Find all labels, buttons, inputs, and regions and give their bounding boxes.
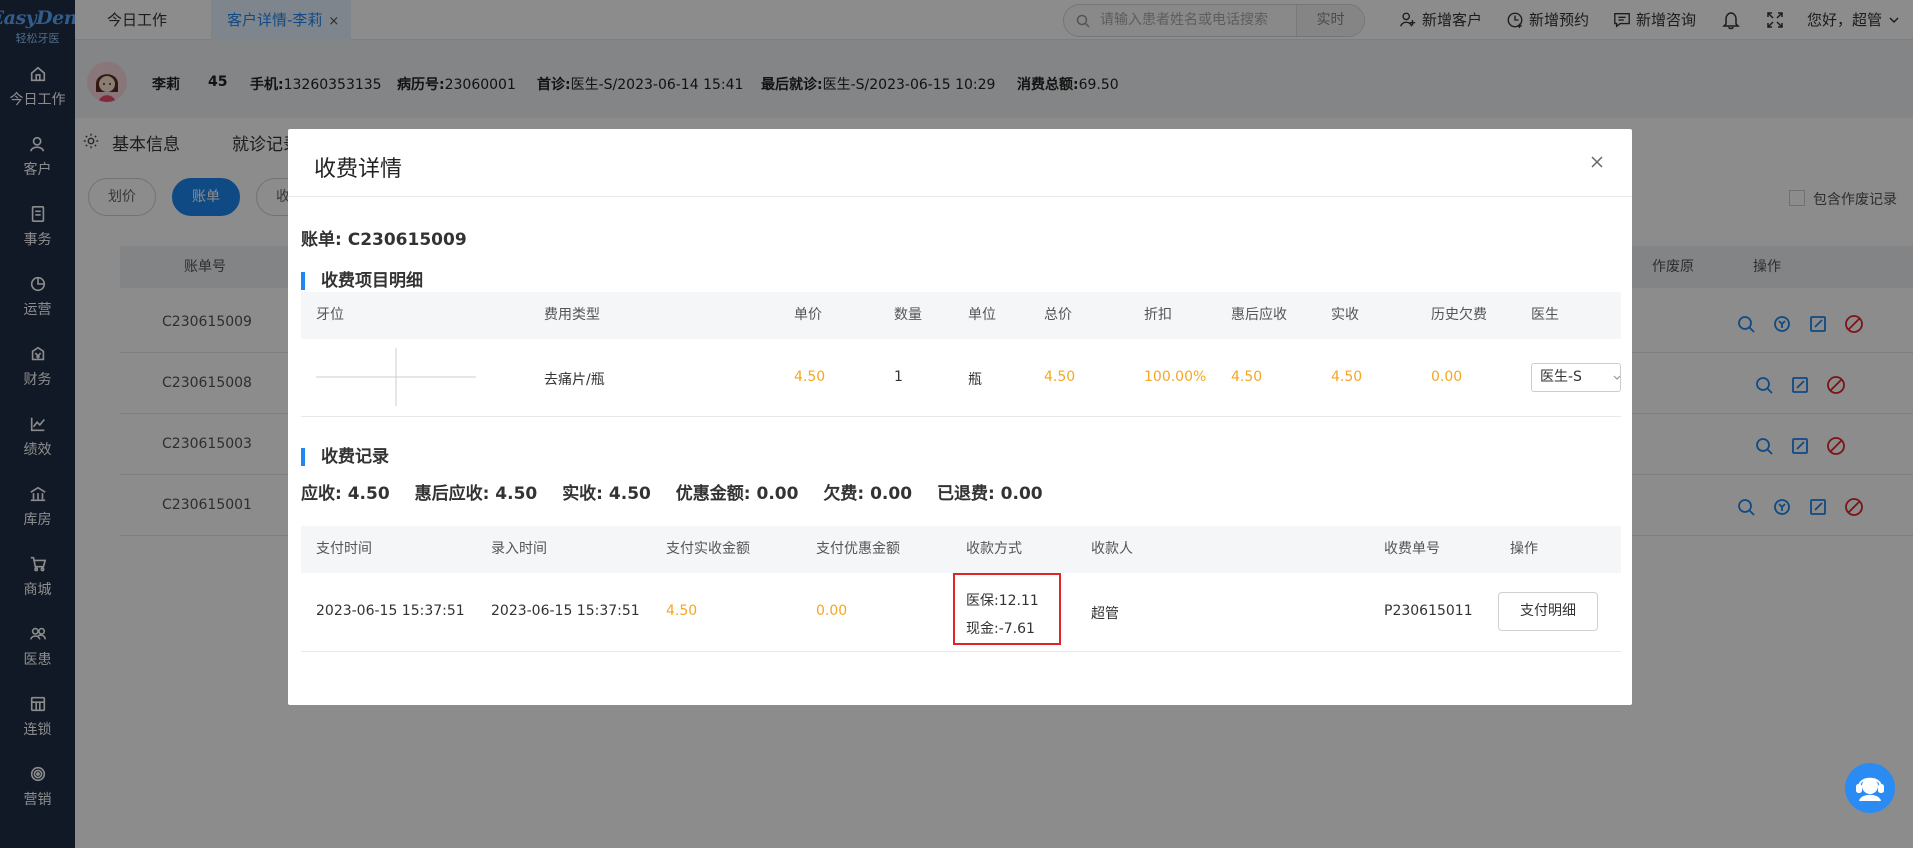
close-icon[interactable] [1582,147,1612,177]
column-header: 收款人 [1091,541,1133,557]
unit-cell: 瓶 [968,372,982,388]
column-header: 总价 [1044,307,1072,323]
receipt-no-cell: P230615011 [1384,603,1473,619]
table-row: 去痛片/瓶 4.50 1 瓶 4.50 100.00% 4.50 4.50 0.… [301,339,1621,417]
column-header: 收费单号 [1384,541,1440,557]
records-section-title: 收费记录 [301,448,389,466]
column-header: 录入时间 [491,541,547,557]
column-header: 折扣 [1144,307,1172,323]
pay-amount-cell: 4.50 [666,603,698,619]
doctor-select[interactable]: 医生-S [1531,363,1621,392]
summary-after-discount: 惠后应收: 4.50 [414,484,538,504]
after-discount-cell: 4.50 [1231,369,1263,385]
items-table-header: 牙位 费用类型 单价 数量 单位 总价 折扣 惠后应收 实收 历史欠费 医生 [301,292,1621,339]
charge-detail-modal: 收费详情 账单: C230615009 收费项目明细 牙位 费用类型 单价 数量… [288,129,1632,705]
entry-time-cell: 2023-06-15 15:37:51 [491,603,640,619]
column-header: 收款方式 [966,541,1022,557]
support-chat-button[interactable] [1845,763,1895,813]
summary-receivable: 应收: 4.50 [301,484,390,504]
column-header: 牙位 [316,307,344,323]
summary-received: 实收: 4.50 [562,484,651,504]
summary-discount-amount: 优惠金额: 0.00 [675,484,799,504]
fee-type-cell: 去痛片/瓶 [544,372,605,388]
highlight-box [953,573,1061,645]
total-price-cell: 4.50 [1044,369,1076,385]
pay-discount-cell: 0.00 [816,603,848,619]
records-table-header: 支付时间 录入时间 支付实收金额 支付优惠金额 收款方式 收款人 收费单号 操作 [301,526,1621,573]
modal-title: 收费详情 [314,157,403,182]
items-section-title: 收费项目明细 [301,272,423,290]
history-debt-cell: 0.00 [1431,369,1463,385]
summary-debt: 欠费: 0.00 [823,484,913,504]
column-header: 支付实收金额 [666,541,750,557]
modal-header: 收费详情 [288,129,1632,197]
tooth-position-chart [316,348,476,406]
column-header: 支付时间 [316,541,372,557]
customer-service-icon [1856,777,1884,802]
quantity-cell: 1 [894,369,903,385]
payee-cell: 超管 [1091,606,1119,622]
column-header: 单位 [968,307,996,323]
column-header: 支付优惠金额 [816,541,900,557]
table-row: 2023-06-15 15:37:51 2023-06-15 15:37:51 … [301,573,1621,652]
unit-price-cell: 4.50 [794,369,826,385]
payment-detail-button[interactable]: 支付明细 [1498,592,1598,631]
pay-time-cell: 2023-06-15 15:37:51 [316,603,465,619]
column-header: 操作 [1510,541,1538,557]
doctor-select-value: 医生-S [1540,369,1582,385]
received-cell: 4.50 [1331,369,1363,385]
column-header: 单价 [794,307,822,323]
column-header: 实收 [1331,307,1359,323]
column-header: 医生 [1531,307,1559,323]
charge-summary: 应收: 4.50 惠后应收: 4.50 实收: 4.50 优惠金额: 0.00 … [301,479,1062,504]
column-header: 历史欠费 [1431,307,1487,323]
column-header: 惠后应收 [1231,307,1287,323]
bill-number: 账单: C230615009 [301,230,467,250]
summary-refunded: 已退费: 0.00 [936,484,1043,504]
chevron-down-icon [1613,375,1620,380]
column-header: 费用类型 [544,307,600,323]
column-header: 数量 [894,307,922,323]
discount-cell: 100.00% [1144,369,1207,385]
